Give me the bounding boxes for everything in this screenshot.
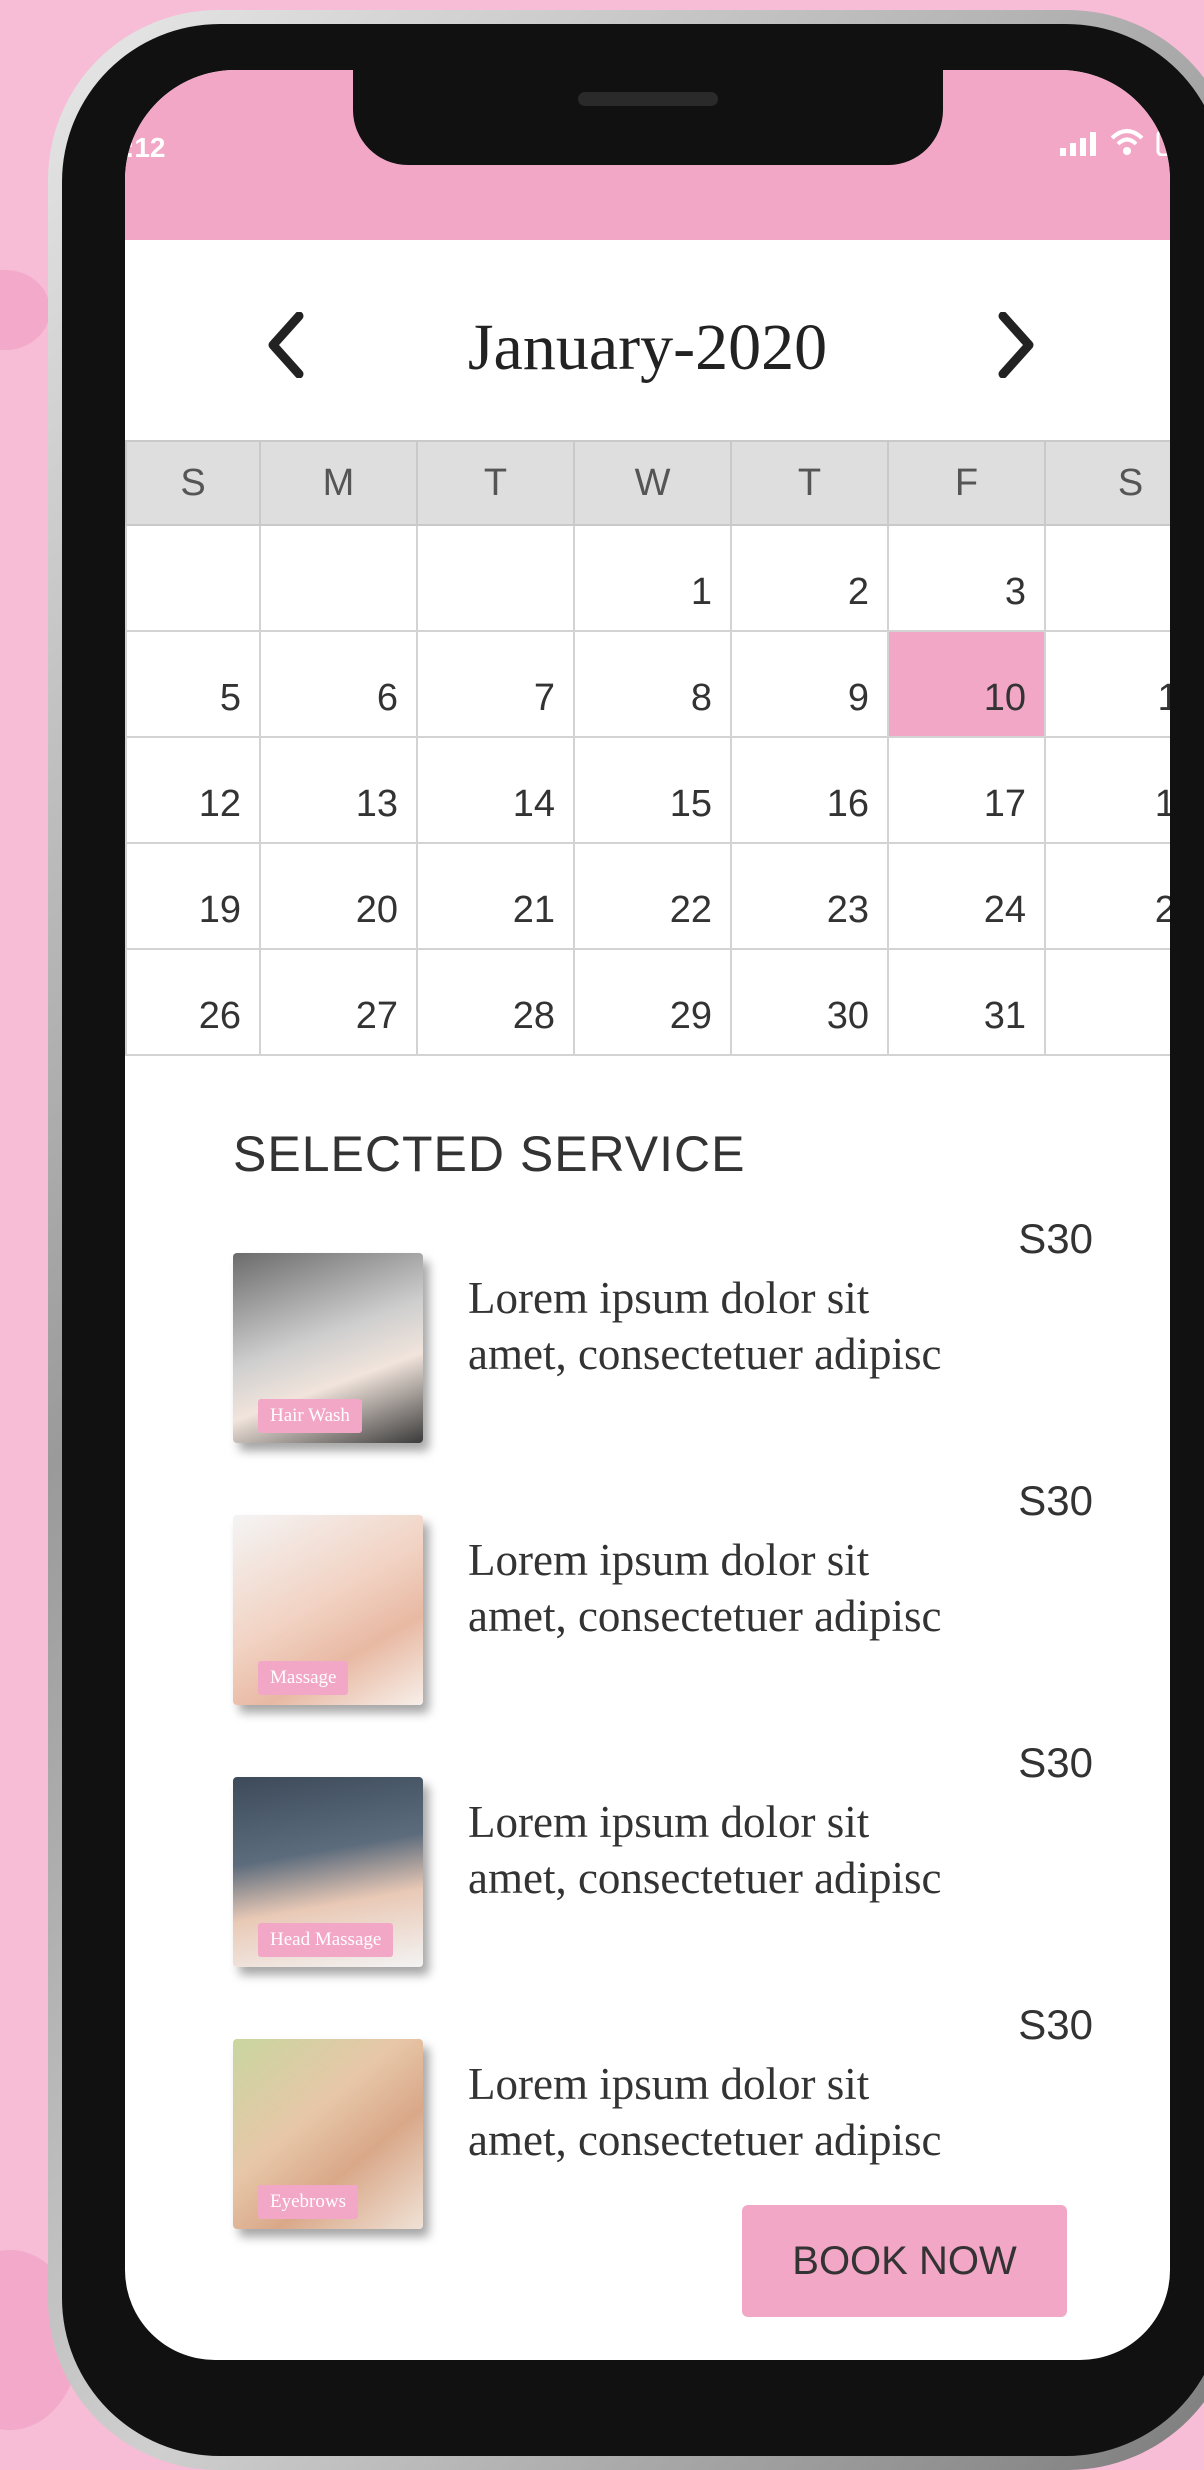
calendar-day-cell[interactable]: 28: [416, 948, 575, 1056]
service-price: S30: [1018, 1739, 1093, 1786]
wifi-icon: [1110, 129, 1144, 155]
calendar-day-cell[interactable]: 12: [125, 736, 261, 844]
calendar-day-cell[interactable]: 3: [887, 524, 1046, 632]
calendar-day-cell[interactable]: 7: [416, 630, 575, 738]
calendar-day-cell[interactable]: 29: [573, 948, 732, 1056]
service-description-line: amet, consectetuer adipisc: [468, 1329, 942, 1379]
service-tag: Massage: [258, 1661, 349, 1695]
calendar-day-cell[interactable]: 18: [1044, 736, 1170, 844]
service-description: Lorem ipsum dolor sit amet, consectetuer…: [468, 1270, 1068, 1382]
calendar-day-cell[interactable]: 1: [573, 524, 732, 632]
calendar-week-row: 1 2 3 4: [125, 524, 1170, 632]
service-item[interactable]: S30 Eyebrows Lorem ipsum dolor sit amet,…: [233, 2001, 1093, 2229]
calendar-day-cell[interactable]: 21: [416, 842, 575, 950]
service-item[interactable]: S30 Hair Wash Lorem ipsum dolor sit amet…: [233, 1215, 1093, 1443]
calendar-day-cell[interactable]: 11: [1044, 630, 1170, 738]
signal-icon: [1060, 132, 1096, 156]
book-now-button[interactable]: BOOK NOW: [742, 2205, 1067, 2317]
calendar-day-cell: [125, 524, 261, 632]
calendar-day-cell[interactable]: 6: [259, 630, 418, 738]
background-blob: [0, 270, 50, 350]
calendar-day-cell[interactable]: 16: [730, 736, 889, 844]
chevron-right-icon: [998, 312, 1034, 378]
service-item[interactable]: S30 Massage Lorem ipsum dolor sit amet, …: [233, 1477, 1093, 1705]
service-price: S30: [1018, 2001, 1093, 2048]
calendar-week-row: 12 13 14 15 16 17 18: [125, 736, 1170, 844]
calendar-day-cell[interactable]: 13: [259, 736, 418, 844]
calendar-day-cell[interactable]: 2: [730, 524, 889, 632]
service-price: S30: [1018, 1477, 1093, 1524]
service-description-line: Lorem ipsum dolor sit: [468, 1535, 870, 1585]
speaker-grille: [578, 92, 718, 106]
calendar-week-row: 26 27 28 29 30 31: [125, 948, 1170, 1056]
calendar-week-row: 5 6 7 8 9 10 11: [125, 630, 1170, 738]
calendar-day-cell: [1044, 948, 1170, 1056]
service-description-line: Lorem ipsum dolor sit: [468, 1797, 870, 1847]
calendar-week-row: 19 20 21 22 23 24 25: [125, 842, 1170, 950]
calendar-day-cell[interactable]: 22: [573, 842, 732, 950]
calendar-day-cell[interactable]: 14: [416, 736, 575, 844]
calendar-day-cell[interactable]: 30: [730, 948, 889, 1056]
service-description-line: Lorem ipsum dolor sit: [468, 1273, 870, 1323]
weekday-label: S: [1044, 440, 1170, 526]
status-icons: [1060, 128, 1170, 156]
next-month-button[interactable]: [987, 305, 1047, 385]
month-navigation: January-2020: [125, 290, 1170, 410]
service-description-line: amet, consectetuer adipisc: [468, 2115, 942, 2165]
calendar-day-cell[interactable]: 15: [573, 736, 732, 844]
weekday-label: T: [416, 440, 575, 526]
calendar-day-cell[interactable]: 26: [125, 948, 261, 1056]
service-thumbnail: Eyebrows: [233, 2039, 423, 2229]
calendar-grid: S M T W T F S 1 2 3 4 5 6 7: [125, 440, 1170, 1056]
calendar-day-cell[interactable]: 19: [125, 842, 261, 950]
service-description: Lorem ipsum dolor sit amet, consectetuer…: [468, 2056, 1068, 2168]
calendar-day-cell[interactable]: 23: [730, 842, 889, 950]
service-tag: Hair Wash: [258, 1399, 362, 1433]
service-tag: Eyebrows: [258, 2185, 358, 2219]
service-description: Lorem ipsum dolor sit amet, consectetuer…: [468, 1532, 1068, 1644]
service-thumbnail: Massage: [233, 1515, 423, 1705]
service-item[interactable]: S30 Head Massage Lorem ipsum dolor sit a…: [233, 1739, 1093, 1967]
calendar-day-cell: [259, 524, 418, 632]
service-description-line: amet, consectetuer adipisc: [468, 1591, 942, 1641]
calendar-day-cell[interactable]: 5: [125, 630, 261, 738]
status-time: :12: [125, 132, 166, 163]
calendar-day-cell[interactable]: 25: [1044, 842, 1170, 950]
service-description-line: Lorem ipsum dolor sit: [468, 2059, 870, 2109]
calendar-day-cell[interactable]: 27: [259, 948, 418, 1056]
calendar-day-selected[interactable]: 10: [887, 630, 1046, 738]
weekday-header-row: S M T W T F S: [125, 440, 1170, 526]
app-screen: :12 January-2020 S M T W T F S 1 2 3 5 6…: [125, 70, 1170, 2360]
calendar-day-cell[interactable]: 24: [887, 842, 1046, 950]
service-thumbnail: Head Massage: [233, 1777, 423, 1967]
weekday-label: S: [125, 440, 261, 526]
calendar-day-cell[interactable]: 31: [887, 948, 1046, 1056]
battery-icon: [1156, 130, 1170, 156]
calendar-day-cell[interactable]: 9: [730, 630, 889, 738]
service-description: Lorem ipsum dolor sit amet, consectetuer…: [468, 1794, 1068, 1906]
weekday-label: T: [730, 440, 889, 526]
calendar-day-cell[interactable]: 20: [259, 842, 418, 950]
service-price: S30: [1018, 1215, 1093, 1262]
service-description-line: amet, consectetuer adipisc: [468, 1853, 942, 1903]
calendar-day-cell[interactable]: 17: [887, 736, 1046, 844]
phone-notch: [353, 70, 943, 165]
calendar-day-cell[interactable]: 8: [573, 630, 732, 738]
calendar-day-cell[interactable]: 4: [1044, 524, 1170, 632]
calendar-day-cell: [416, 524, 575, 632]
section-title: SELECTED SERVICE: [233, 1126, 746, 1182]
service-thumbnail: Hair Wash: [233, 1253, 423, 1443]
weekday-label: W: [573, 440, 732, 526]
service-tag: Head Massage: [258, 1923, 394, 1957]
weekday-label: F: [887, 440, 1046, 526]
weekday-label: M: [259, 440, 418, 526]
